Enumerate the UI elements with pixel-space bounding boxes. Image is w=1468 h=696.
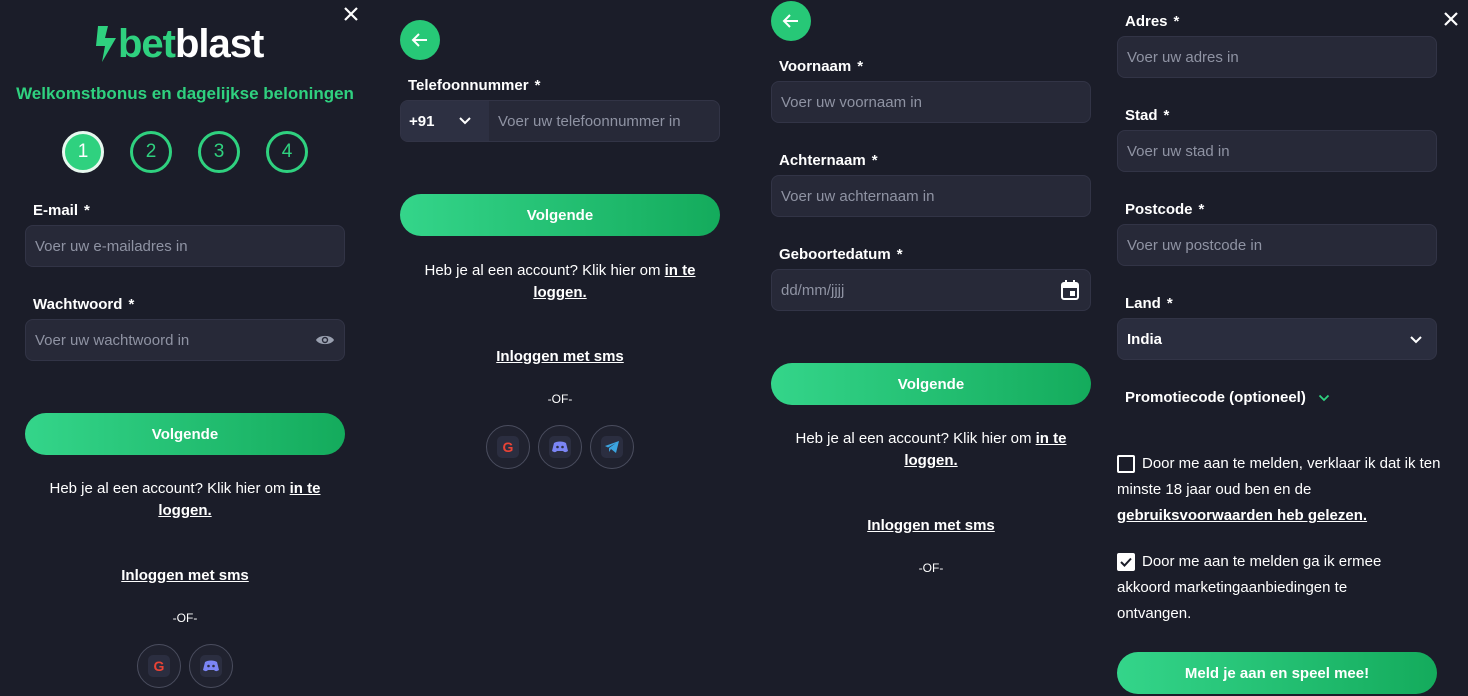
calendar-icon[interactable] xyxy=(1061,280,1079,300)
google-login-button[interactable]: G xyxy=(137,644,181,688)
city-label: Stad * xyxy=(1125,107,1170,124)
or-divider: -OF- xyxy=(172,611,198,625)
country-value: India xyxy=(1127,330,1163,348)
address-field[interactable]: Voer uw adres in xyxy=(1117,36,1437,78)
country-code-value: +91 xyxy=(409,112,435,130)
promo-code-label: Promotiecode (optioneel) xyxy=(1125,389,1306,406)
telegram-icon xyxy=(605,441,619,453)
terms-link[interactable]: gebruiksvoorwaarden heb gelezen. xyxy=(1117,507,1367,524)
discord-login-button[interactable] xyxy=(538,425,582,469)
password-field[interactable]: Voer uw wachtwoord in xyxy=(25,319,345,361)
password-label: Wachtwoord * xyxy=(33,296,135,313)
close-icon[interactable] xyxy=(1442,10,1460,28)
email-label: E-mail * xyxy=(33,202,90,219)
postcode-label: Postcode * xyxy=(1125,201,1205,218)
sms-login-link[interactable]: Inloggen met sms xyxy=(25,565,345,587)
password-placeholder: Voer uw wachtwoord in xyxy=(35,331,190,349)
country-select[interactable]: India xyxy=(1117,318,1437,360)
firstname-field[interactable]: Voer uw voornaam in xyxy=(771,81,1091,123)
phone-field-group: +91 Voer uw telefoonnummer in xyxy=(400,100,720,142)
birthdate-field[interactable]: dd/mm/jjjj xyxy=(771,269,1091,311)
discord-icon xyxy=(203,660,219,672)
brand-logo: bet blast xyxy=(94,18,264,66)
address-label: Adres * xyxy=(1125,13,1180,30)
signup-step-1-panel: bet blast Welkomstbonus en dagelijkse be… xyxy=(0,0,370,696)
signup-submit-button[interactable]: Meld je aan en speel mee! xyxy=(1117,652,1437,694)
discord-login-button[interactable] xyxy=(189,644,233,688)
welcome-subtitle: Welkomstbonus en dagelijkse beloningen xyxy=(16,84,354,103)
chevron-down-icon xyxy=(1318,394,1329,401)
firstname-label: Voornaam * xyxy=(779,58,864,75)
postcode-placeholder: Voer uw postcode in xyxy=(1127,236,1263,254)
next-button[interactable]: Volgende xyxy=(25,413,345,455)
next-button[interactable]: Volgende xyxy=(771,363,1091,405)
logo-text-bet: bet xyxy=(118,22,176,66)
marketing-text: Door me aan te melden ga ik ermee akkoor… xyxy=(1117,553,1382,622)
city-placeholder: Voer uw stad in xyxy=(1127,142,1230,160)
chevron-down-icon xyxy=(459,117,472,125)
email-placeholder: Voer uw e-mailadres in xyxy=(35,237,188,255)
firstname-placeholder: Voer uw voornaam in xyxy=(781,93,922,111)
or-divider: -OF- xyxy=(918,561,944,575)
step-indicator-3: 3 xyxy=(198,131,240,173)
google-login-button[interactable]: G xyxy=(486,425,530,469)
signup-step-3-panel: Voornaam * Voer uw voornaam in Achternaam… xyxy=(740,0,1116,696)
phone-label: Telefoonnummer * xyxy=(408,77,541,94)
lastname-field[interactable]: Voer uw achternaam in xyxy=(771,175,1091,217)
existing-account-text: Heb je al een account? Klik hier om in t… xyxy=(49,480,321,519)
back-arrow-icon xyxy=(411,33,427,47)
google-icon: G xyxy=(153,658,165,674)
back-button[interactable] xyxy=(400,20,440,60)
discord-icon xyxy=(552,441,568,453)
lastname-label: Achternaam * xyxy=(779,152,878,169)
eye-icon[interactable] xyxy=(315,333,335,347)
promo-code-toggle[interactable]: Promotiecode (optioneel) xyxy=(1125,389,1330,406)
signup-step-4-panel: Adres * Voer uw adres in Stad * Voer uw st… xyxy=(1100,0,1468,696)
step-indicator-4: 4 xyxy=(266,131,308,173)
close-icon[interactable] xyxy=(342,5,360,23)
country-label: Land * xyxy=(1125,295,1173,312)
sms-login-link[interactable]: Inloggen met sms xyxy=(400,346,720,368)
or-divider: -OF- xyxy=(547,392,573,406)
chevron-down-icon xyxy=(1410,336,1422,344)
country-code-select[interactable]: +91 xyxy=(401,101,489,141)
back-button[interactable] xyxy=(771,1,811,41)
address-placeholder: Voer uw adres in xyxy=(1127,48,1239,66)
lastname-placeholder: Voer uw achternaam in xyxy=(781,187,935,205)
existing-account-text: Heb je al een account? Klik hier om in t… xyxy=(424,262,696,301)
logo-text-blast: blast xyxy=(175,22,264,66)
back-arrow-icon xyxy=(782,14,798,28)
google-icon: G xyxy=(502,439,514,455)
telegram-login-button[interactable] xyxy=(590,425,634,469)
city-field[interactable]: Voer uw stad in xyxy=(1117,130,1437,172)
step-indicator-2: 2 xyxy=(130,131,172,173)
terms-text: Door me aan te melden, verklaar ik dat i… xyxy=(1117,455,1441,524)
phone-input[interactable]: Voer uw telefoonnummer in xyxy=(498,113,681,130)
email-field[interactable]: Voer uw e-mailadres in xyxy=(25,225,345,267)
birthdate-label: Geboortedatum * xyxy=(779,246,903,263)
signup-step-2-panel: Telefoonnummer * +91 Voer uw telefoonnumm… xyxy=(370,0,740,696)
birthdate-placeholder: dd/mm/jjjj xyxy=(781,281,845,299)
sms-login-link[interactable]: Inloggen met sms xyxy=(771,515,1091,537)
step-indicator-1: 1 xyxy=(62,131,104,173)
postcode-field[interactable]: Voer uw postcode in xyxy=(1117,224,1437,266)
logo-bolt-icon xyxy=(96,26,116,62)
next-button[interactable]: Volgende xyxy=(400,194,720,236)
existing-account-text: Heb je al een account? Klik hier om in t… xyxy=(795,430,1067,469)
